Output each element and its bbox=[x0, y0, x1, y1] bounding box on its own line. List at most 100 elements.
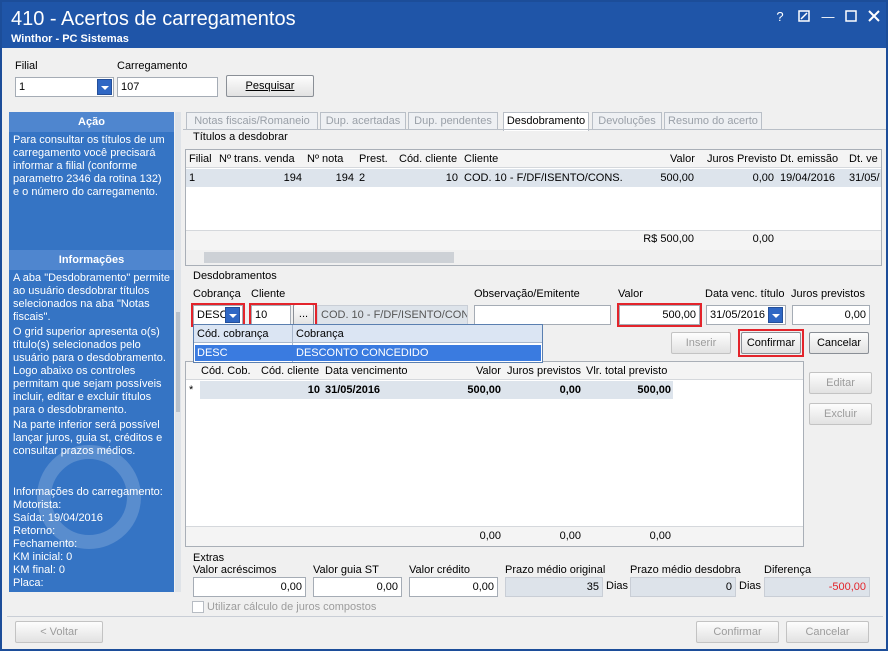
retorno: Retorno: bbox=[13, 525, 56, 537]
credito-input[interactable]: 0,00 bbox=[409, 577, 498, 597]
col-cod-cob[interactable]: Cód. Cob. bbox=[201, 365, 251, 377]
juros-compostos-label: Utilizar cálculo de juros compostos bbox=[207, 601, 377, 613]
col-cliente[interactable]: Cliente bbox=[464, 153, 498, 165]
main-window: 410 - Acertos de carregamentos Winthor -… bbox=[0, 0, 888, 651]
footer-cancelar-button[interactable]: Cancelar bbox=[786, 621, 869, 643]
acrescimos-input[interactable]: 0,00 bbox=[193, 577, 306, 597]
diferenca-label: Diferença bbox=[764, 564, 812, 576]
carga-heading: Informações do carregamento: bbox=[13, 486, 163, 498]
cell-juros: 0,00 bbox=[559, 384, 581, 396]
informacoes-heading: Informações bbox=[9, 250, 174, 270]
horizontal-scrollbar[interactable] bbox=[186, 250, 881, 265]
cell-cod-cliente: 10 bbox=[307, 384, 320, 396]
col-filial[interactable]: Filial bbox=[189, 153, 212, 165]
cliente-nome: COD. 10 - F/DF/ISENTO/CONS bbox=[317, 305, 468, 325]
desdob-grid[interactable]: Cód. Cob. Cód. cliente Data vencimento V… bbox=[185, 361, 804, 547]
extras-heading: Extras bbox=[193, 552, 225, 564]
total-juros: 0,00 bbox=[559, 530, 581, 542]
option-code: DESC bbox=[197, 347, 228, 359]
cell-vlr-total: 500,00 bbox=[637, 384, 671, 396]
col-cod-cliente[interactable]: Cód. cliente bbox=[399, 153, 457, 165]
cobranca-dropdown[interactable]: Cód. cobrança Cobrança DESC DESCONTO CON… bbox=[193, 324, 543, 363]
cell-dt-emissao: 19/04/2016 bbox=[780, 172, 836, 184]
dt-venc-label: Data venc. título bbox=[705, 288, 785, 300]
option-desc: DESCONTO CONCEDIDO bbox=[296, 347, 429, 359]
prazo-original-label: Prazo médio original bbox=[505, 564, 606, 576]
obs-label: Observação/Emitente bbox=[474, 288, 580, 300]
col-prest[interactable]: Prest. bbox=[359, 153, 388, 165]
col-valor[interactable]: Valor bbox=[670, 153, 695, 165]
placa: Placa: bbox=[13, 577, 44, 589]
total-valor: 0,00 bbox=[479, 530, 501, 542]
inserir-button[interactable]: Inserir bbox=[671, 332, 731, 354]
pesquisar-button[interactable]: Pesquisar bbox=[226, 75, 314, 97]
col-vlr-total[interactable]: Vlr. total previsto bbox=[586, 365, 667, 377]
window-title: 410 - Acertos de carregamentos bbox=[11, 8, 296, 30]
col-dt-emissao[interactable]: Dt. emissão bbox=[780, 153, 838, 165]
km-inicial: KM inicial: 0 bbox=[13, 551, 73, 563]
total-vlr: 0,00 bbox=[649, 530, 671, 542]
dropdown-col-cod: Cód. cobrança bbox=[197, 328, 269, 340]
cliente-label: Cliente bbox=[251, 288, 286, 300]
diferenca: -500,00 bbox=[764, 577, 870, 597]
title-bar: 410 - Acertos de carregamentos Winthor -… bbox=[2, 2, 886, 48]
prazo-desdobra: 0 bbox=[630, 577, 736, 597]
total-juros: 0,00 bbox=[752, 233, 774, 245]
help-button[interactable]: ? bbox=[772, 10, 788, 24]
obs-input[interactable] bbox=[474, 305, 611, 325]
juros-input[interactable]: 0,00 bbox=[792, 305, 870, 325]
cancelar-button[interactable]: Cancelar bbox=[809, 332, 869, 354]
tab-notas-fiscais[interactable]: Notas fiscais/Romaneio bbox=[186, 112, 318, 130]
tab-dup-acertadas[interactable]: Dup. acertadas bbox=[320, 112, 406, 130]
prazo-original: 35 bbox=[505, 577, 603, 597]
cell-trans: 194 bbox=[283, 172, 302, 184]
juros-label: Juros previstos bbox=[791, 288, 865, 300]
desdob-heading: Desdobramentos bbox=[193, 270, 277, 282]
close-icon[interactable] bbox=[866, 10, 882, 24]
col-cod-cliente[interactable]: Cód. cliente bbox=[261, 365, 319, 377]
chevron-down-icon[interactable] bbox=[97, 79, 112, 95]
dias-label-1: Dias bbox=[606, 580, 629, 592]
info-text-2: O grid superior apresenta o(s) título(s)… bbox=[13, 326, 166, 416]
titulos-heading: Títulos a desdobrar bbox=[193, 131, 288, 143]
cell-valor: 500,00 bbox=[660, 172, 694, 184]
col-trans-venda[interactable]: Nº trans. venda bbox=[219, 153, 295, 165]
col-nota[interactable]: Nº nota bbox=[307, 153, 343, 165]
fechamento: Fechamento: bbox=[13, 538, 78, 550]
maximize-icon[interactable] bbox=[843, 10, 859, 24]
tab-dup-pendentes[interactable]: Dup. pendentes bbox=[408, 112, 498, 130]
excluir-button[interactable]: Excluir bbox=[809, 403, 872, 425]
editar-button[interactable]: Editar bbox=[809, 372, 872, 394]
col-data-venc[interactable]: Data vencimento bbox=[325, 365, 408, 377]
minimize-button[interactable]: — bbox=[820, 10, 836, 24]
guia-label: Valor guia ST bbox=[313, 564, 379, 576]
filial-label: Filial bbox=[15, 60, 38, 72]
footer-confirmar-button[interactable]: Confirmar bbox=[696, 621, 779, 643]
credito-label: Valor crédito bbox=[409, 564, 470, 576]
dropdown-col-cobranca: Cobrança bbox=[296, 328, 344, 340]
juros-compostos-checkbox[interactable] bbox=[192, 601, 204, 613]
carregamento-input[interactable]: 107 bbox=[117, 77, 218, 97]
splitter-handle[interactable] bbox=[176, 312, 180, 412]
col-dt-venc[interactable]: Dt. ve bbox=[849, 153, 878, 165]
voltar-button[interactable]: < Voltar bbox=[15, 621, 103, 643]
titulos-grid[interactable]: Filial Nº trans. venda Nº nota Prest. Có… bbox=[185, 149, 882, 266]
cell-data-venc: 31/05/2016 bbox=[325, 384, 381, 396]
col-juros[interactable]: Juros previstos bbox=[507, 365, 581, 377]
saida: Saída: 19/04/2016 bbox=[13, 512, 103, 524]
col-juros[interactable]: Juros Previsto bbox=[707, 153, 777, 165]
sidebar: Ação Para consultar os títulos de um car… bbox=[9, 112, 174, 592]
restore-icon[interactable] bbox=[796, 10, 812, 24]
km-final: KM final: 0 bbox=[13, 564, 65, 576]
carregamento-label: Carregamento bbox=[117, 60, 188, 72]
tab-devolucoes[interactable]: Devoluções bbox=[592, 112, 662, 130]
cell-prest: 2 bbox=[359, 172, 366, 184]
window-subtitle: Winthor - PC Sistemas bbox=[11, 33, 129, 45]
acao-text: Para consultar os títulos de um carregam… bbox=[13, 134, 165, 198]
guia-input[interactable]: 0,00 bbox=[313, 577, 402, 597]
col-valor[interactable]: Valor bbox=[476, 365, 501, 377]
table-row[interactable] bbox=[200, 381, 673, 399]
calendar-dropdown-icon[interactable] bbox=[768, 307, 783, 323]
tab-resumo[interactable]: Resumo do acerto bbox=[664, 112, 762, 130]
cell-valor: 500,00 bbox=[467, 384, 501, 396]
